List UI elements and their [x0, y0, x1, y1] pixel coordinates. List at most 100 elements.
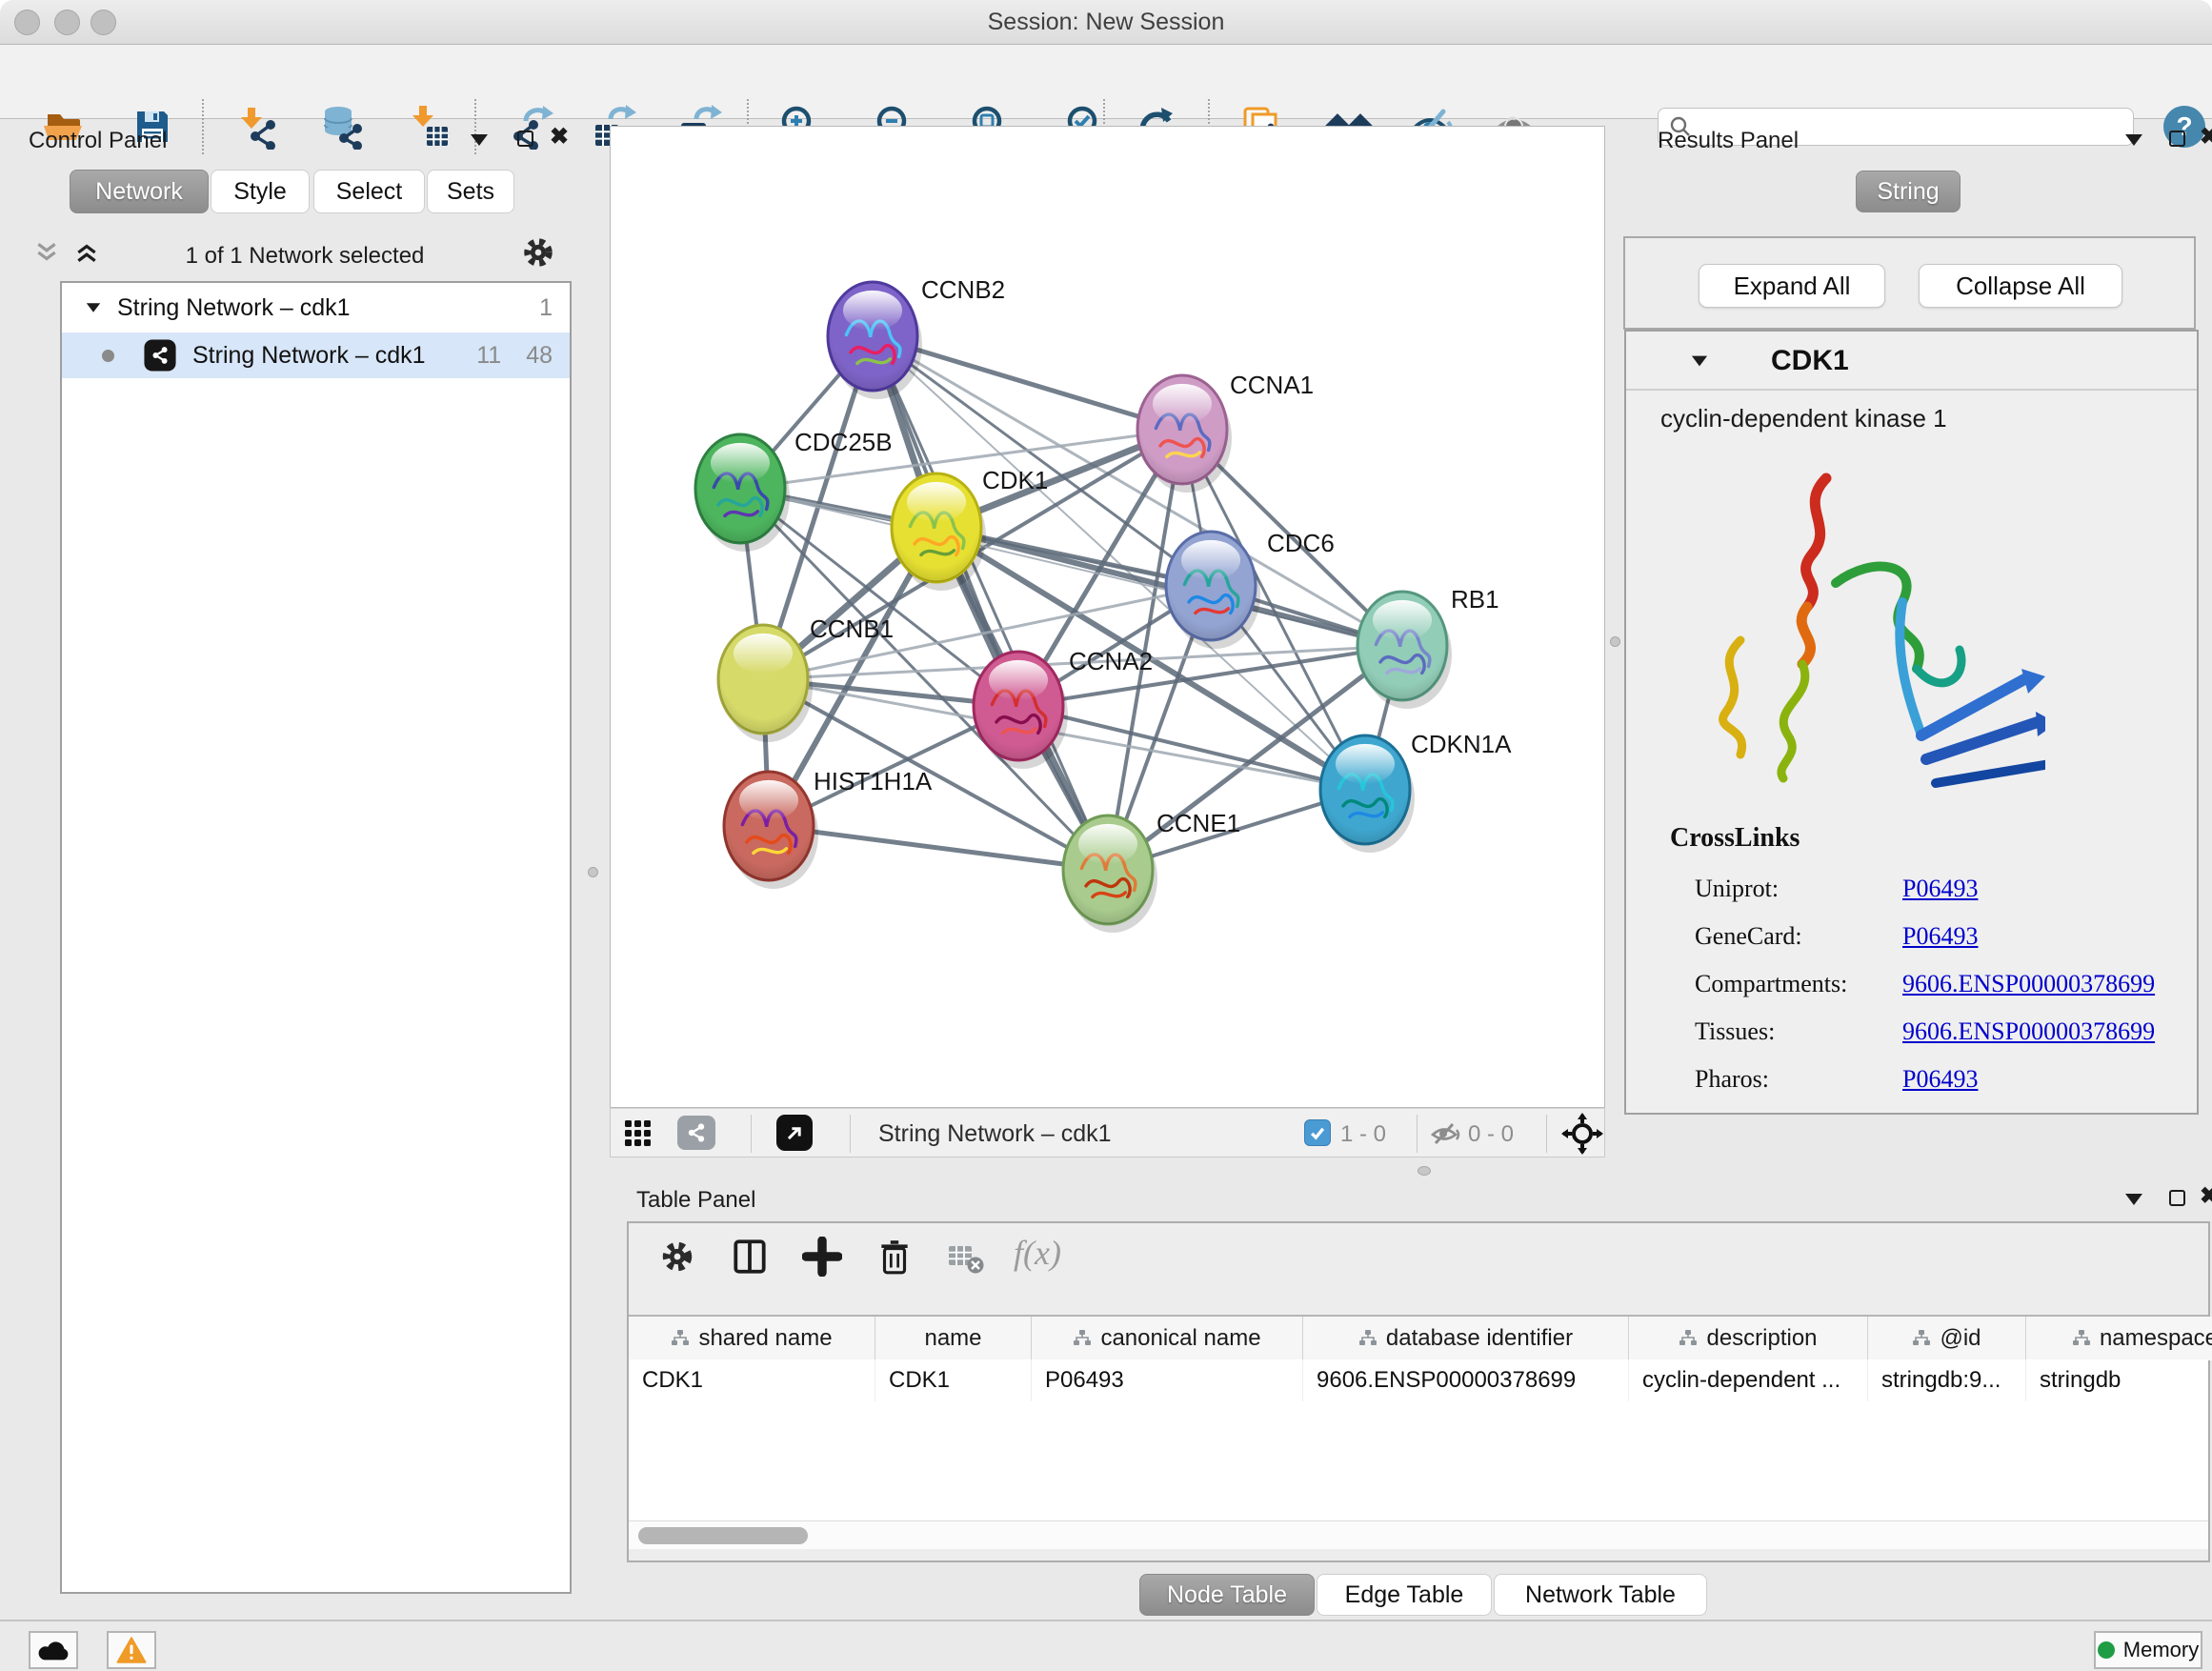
- grid-view-icon[interactable]: [624, 1119, 653, 1153]
- tab-sets[interactable]: Sets: [427, 170, 514, 213]
- table-row[interactable]: CDK1CDK1P064939606.ENSP00000378699cyclin…: [629, 1359, 2208, 1401]
- table-gear-icon[interactable]: [657, 1237, 697, 1281]
- table-panel-close-icon[interactable]: ✖: [2200, 1187, 2212, 1206]
- table-cell[interactable]: stringdb:9...: [1868, 1359, 2026, 1401]
- left-splitter-handle[interactable]: [588, 867, 598, 877]
- column-header-namespace[interactable]: namespace: [2026, 1317, 2212, 1360]
- table-panel-float-icon[interactable]: [2169, 1190, 2185, 1206]
- bottom-splitter-handle[interactable]: [1418, 1166, 1431, 1176]
- crosslink-link[interactable]: P06493: [1902, 1065, 1978, 1094]
- birds-eye-view-icon[interactable]: [1561, 1113, 1603, 1159]
- node-CCNB2[interactable]: CCNB2: [828, 275, 1005, 399]
- edge-CCNA2-CDKN1A[interactable]: [1018, 706, 1365, 790]
- cloud-icon: [37, 1638, 70, 1662]
- protein-card-header[interactable]: CDK1: [1626, 332, 2197, 391]
- tab-style[interactable]: Style: [211, 170, 310, 213]
- warning-status-button[interactable]: [107, 1631, 156, 1669]
- node-CCNE1[interactable]: CCNE1: [1063, 809, 1240, 933]
- node-CCNB1[interactable]: CCNB1: [718, 614, 894, 742]
- protein-collapse-icon[interactable]: [1692, 356, 1707, 367]
- node-label: RB1: [1451, 585, 1499, 614]
- collapse-all-networks-icon[interactable]: [34, 240, 59, 270]
- table-columns-icon[interactable]: [730, 1237, 770, 1281]
- table-cell[interactable]: P06493: [1032, 1359, 1303, 1401]
- results-panel-float-icon[interactable]: [2169, 131, 2185, 147]
- collapse-all-button[interactable]: Collapse All: [1919, 264, 2122, 308]
- network-graph[interactable]: CCNB2CCNA1CDC25BCDK1CDC6RB1CCNB1CCNA2CDK…: [611, 127, 1606, 1109]
- hidden-eye-icon[interactable]: [1430, 1120, 1462, 1152]
- tab-edge-table[interactable]: Edge Table: [1317, 1574, 1492, 1616]
- edge-HIST1H1A-CCNE1[interactable]: [769, 826, 1108, 870]
- column-header-database-identifier[interactable]: database identifier: [1303, 1317, 1629, 1360]
- table-cell[interactable]: 9606.ENSP00000378699: [1303, 1359, 1629, 1401]
- column-header-canonical-name[interactable]: canonical name: [1032, 1317, 1303, 1360]
- node-CCNA2[interactable]: CCNA2: [974, 647, 1153, 769]
- column-header-description[interactable]: description: [1629, 1317, 1868, 1360]
- expand-all-networks-icon[interactable]: [74, 240, 99, 270]
- tab-string[interactable]: String: [1856, 171, 1961, 212]
- right-splitter-handle[interactable]: [1610, 636, 1620, 647]
- toolbar-separator: [202, 99, 204, 154]
- node-CDKN1A[interactable]: CDKN1A: [1320, 730, 1512, 853]
- control-panel-collapse-icon[interactable]: [471, 134, 488, 146]
- control-panel-title: Control Panel: [29, 128, 167, 154]
- import-network-from-file-icon[interactable]: [232, 102, 282, 151]
- table-hscrollbar[interactable]: [629, 1520, 2208, 1549]
- results-panel-collapse-icon[interactable]: [2125, 134, 2142, 146]
- node-CDK1[interactable]: CDK1: [892, 466, 1048, 591]
- node-CDC25B[interactable]: CDC25B: [695, 428, 893, 552]
- button-label: Collapse All: [1956, 272, 2085, 301]
- tab-select[interactable]: Select: [313, 170, 425, 213]
- selected-counts: 1 - 0: [1340, 1121, 1386, 1148]
- column-label: shared name: [698, 1325, 832, 1352]
- network-share-icon[interactable]: [677, 1116, 715, 1150]
- network-canvas[interactable]: CCNB2CCNA1CDC25BCDK1CDC6RB1CCNB1CCNA2CDK…: [610, 126, 1605, 1108]
- table-add-column-icon[interactable]: [802, 1237, 842, 1281]
- node-CDC6[interactable]: CDC6: [1166, 529, 1335, 649]
- selected-checkbox-icon[interactable]: [1304, 1119, 1331, 1146]
- node-label: CCNB1: [810, 614, 894, 643]
- memory-button[interactable]: Memory: [2094, 1631, 2202, 1669]
- crosslink-link[interactable]: 9606.ENSP00000378699: [1902, 1017, 2155, 1046]
- network-collection-row[interactable]: String Network – cdk1 1: [62, 283, 570, 332]
- crosslink-link[interactable]: P06493: [1902, 875, 1978, 903]
- collection-expand-icon[interactable]: [87, 303, 100, 312]
- network-panel-gear-icon[interactable]: [520, 234, 556, 275]
- separator: [751, 1115, 752, 1153]
- open-in-new-view-icon[interactable]: [776, 1115, 813, 1151]
- column-header-shared-name[interactable]: shared name: [629, 1317, 875, 1360]
- network-row-selected[interactable]: String Network – cdk1 11 48: [62, 332, 570, 378]
- tab-network[interactable]: Network: [70, 170, 209, 213]
- shared-column-icon: [1679, 1329, 1698, 1348]
- column-label: @id: [1940, 1325, 1981, 1352]
- column-header-name[interactable]: name: [875, 1317, 1032, 1360]
- warning-icon: [116, 1637, 147, 1663]
- crosslink-label: Compartments:: [1695, 970, 1902, 998]
- node-HIST1H1A[interactable]: HIST1H1A: [724, 767, 933, 889]
- table-panel-title: Table Panel: [636, 1187, 755, 1214]
- import-network-from-database-icon[interactable]: [318, 102, 368, 151]
- table-cell[interactable]: CDK1: [875, 1359, 1032, 1401]
- import-table-from-file-icon[interactable]: [404, 102, 453, 151]
- title-bar[interactable]: Session: New Session: [0, 0, 2212, 45]
- table-cell[interactable]: stringdb: [2026, 1359, 2212, 1401]
- network-status-dot-icon: [102, 350, 114, 362]
- results-panel-close-icon[interactable]: ✖: [2200, 128, 2212, 147]
- expand-all-button[interactable]: Expand All: [1699, 264, 1885, 308]
- crosslink-label: Tissues:: [1695, 1017, 1902, 1046]
- table-cell[interactable]: cyclin-dependent ...: [1629, 1359, 1868, 1401]
- table-cell[interactable]: CDK1: [629, 1359, 875, 1401]
- control-panel-close-icon[interactable]: ✖: [550, 128, 569, 147]
- tab-network-table[interactable]: Network Table: [1494, 1574, 1707, 1616]
- node-RB1[interactable]: RB1: [1357, 585, 1499, 709]
- tab-node-table[interactable]: Node Table: [1139, 1574, 1315, 1616]
- crosslink-link[interactable]: P06493: [1902, 922, 1978, 951]
- control-panel-float-icon[interactable]: [517, 131, 533, 147]
- cloud-status-button[interactable]: [29, 1631, 78, 1669]
- column-header--id[interactable]: @id: [1868, 1317, 2026, 1360]
- table-panel-collapse-icon[interactable]: [2125, 1194, 2142, 1205]
- table-fx-icon: f(x): [1014, 1233, 1061, 1273]
- hscrollbar-thumb[interactable]: [638, 1527, 808, 1544]
- crosslink-link[interactable]: 9606.ENSP00000378699: [1902, 970, 2155, 998]
- table-delete-icon[interactable]: [875, 1237, 915, 1281]
